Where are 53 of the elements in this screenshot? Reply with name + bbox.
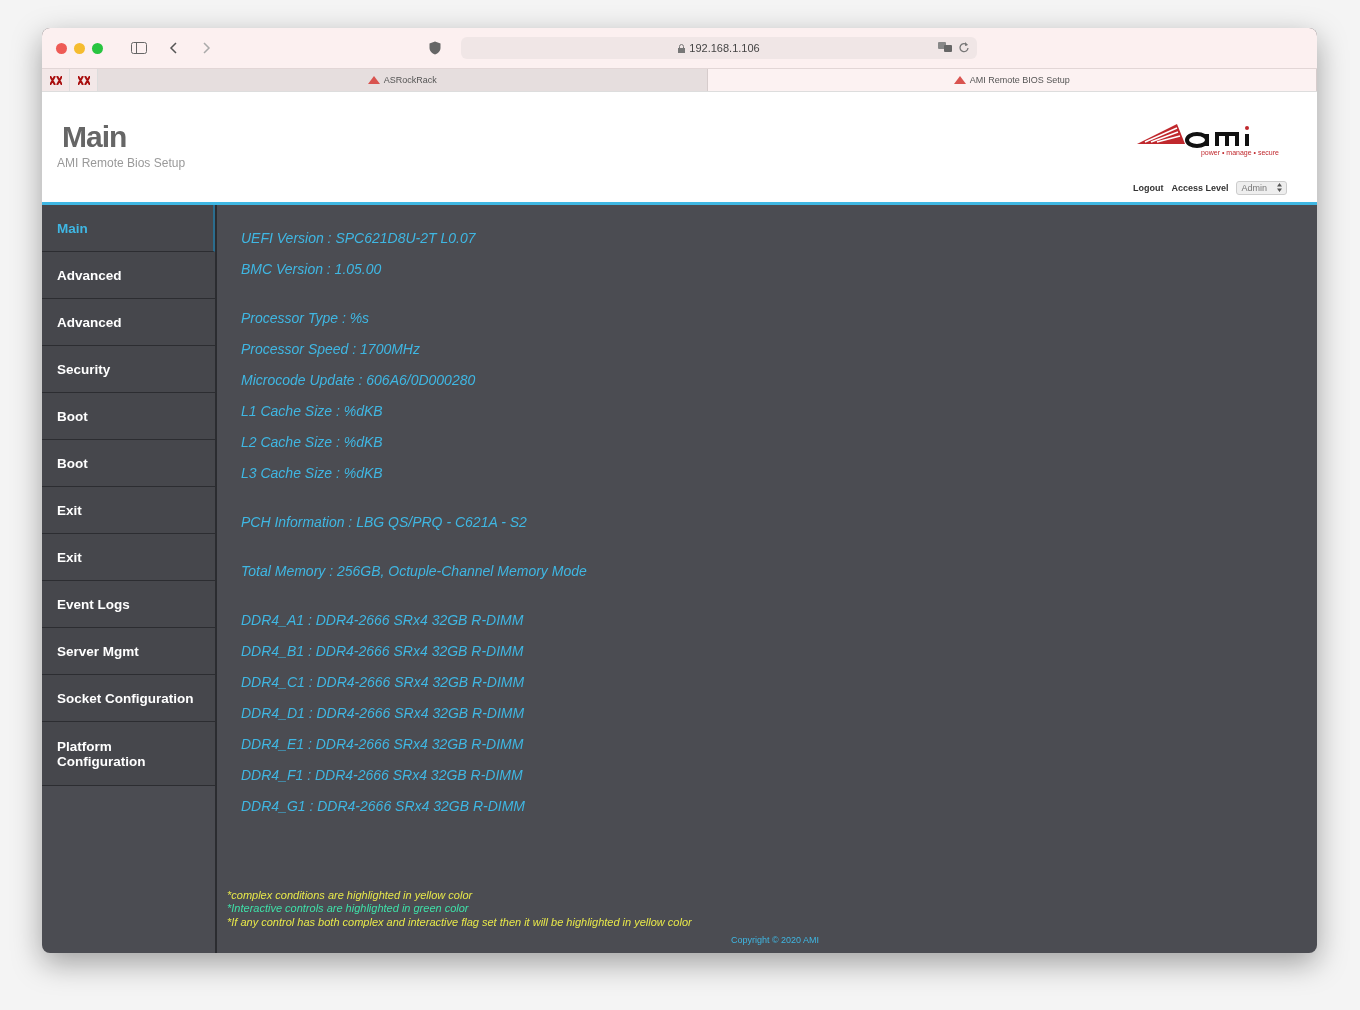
info-line: DDR4_B1 : DDR4-2666 SRx4 32GB R-DIMM [241, 642, 525, 660]
info-line: DDR4_C1 : DDR4-2666 SRx4 32GB R-DIMM [241, 673, 526, 691]
info-line: Total Memory : 256GB, Octuple-Channel Memory Mode [241, 562, 588, 580]
logout-link[interactable]: Logout [1132, 183, 1164, 193]
legend-note: *Interactive controls are highlighted in green color [227, 902, 470, 916]
sidebar-item[interactable]: Exit [42, 534, 215, 581]
reload-icon[interactable] [958, 41, 969, 53]
logo-icon [367, 76, 380, 84]
sidebar-item[interactable]: Socket Configuration [42, 675, 215, 722]
info-line: Processor Type : %s [241, 309, 371, 327]
info-line: DDR4_A1 : DDR4-2666 SRx4 32GB R-DIMM [241, 611, 525, 629]
page-subtitle: AMI Remote Bios Setup [57, 156, 186, 170]
pinned-tab-icon[interactable] [77, 75, 90, 85]
access-level-label: Access Level [1171, 183, 1229, 193]
info-line: Microcode Update : 606A6/0D000280 [241, 371, 477, 389]
info-line: DDR4_D1 : DDR4-2666 SRx4 32GB R-DIMM [241, 704, 526, 722]
sidebar-item[interactable]: Boot [42, 440, 215, 487]
sidebar-item[interactable]: Server Mgmt [42, 628, 215, 675]
info-line: L3 Cache Size : %dKB [241, 464, 384, 482]
sidebar-item[interactable]: Event Logs [42, 581, 215, 628]
select-arrows-icon [1277, 183, 1282, 192]
sidebar-item[interactable]: Platform Configuration [42, 722, 215, 786]
info-line: UEFI Version : SPC621D8U-2T L0.07 [241, 229, 477, 247]
info-line: PCH Information : LBG QS/PRQ - C621A - S2 [241, 513, 528, 531]
info-line: Processor Speed : 1700MHz [241, 340, 421, 358]
access-level-select[interactable]: Admin [1236, 181, 1287, 195]
info-line: BMC Version : 1.05.00 [241, 260, 383, 278]
sidebar-item[interactable]: Boot [42, 393, 215, 440]
sidebar-item[interactable]: Exit [42, 487, 215, 534]
page-title: Main [62, 120, 127, 154]
shield-icon[interactable] [429, 41, 441, 55]
sidebar-item[interactable]: Security [42, 346, 215, 393]
sidebar-item[interactable]: Advanced [42, 252, 215, 299]
close-button[interactable] [56, 42, 67, 54]
info-line: DDR4_F1 : DDR4-2666 SRx4 32GB R-DIMM [241, 766, 524, 784]
info-line: L1 Cache Size : %dKB [241, 402, 384, 420]
copyright-text: Copyright © 2020 AMI [730, 935, 820, 945]
translate-icon[interactable] [938, 41, 952, 53]
lock-icon [678, 43, 686, 53]
info-line: DDR4_E1 : DDR4-2666 SRx4 32GB R-DIMM [241, 735, 525, 753]
legend-note: *If any control has both complex and interactive flag set then it will be highlighted in yellow color [227, 915, 693, 929]
info-line: DDR4_G1 : DDR4-2666 SRx4 32GB R-DIMM [241, 797, 526, 815]
address-bar[interactable]: 192.168.1.106 [461, 37, 977, 59]
pinned-tab-icon[interactable] [49, 75, 62, 85]
sidebar-item[interactable]: Advanced [42, 299, 215, 346]
browser-tab[interactable]: ASRockRack [98, 69, 708, 91]
logo-icon [953, 76, 966, 84]
sidebar-icon[interactable] [131, 42, 147, 54]
legend-note: *complex conditions are highlighted in yellow color [227, 888, 474, 902]
back-icon[interactable] [169, 42, 179, 54]
info-line: L2 Cache Size : %dKB [241, 433, 384, 451]
browser-tab[interactable]: AMI Remote BIOS Setup [707, 69, 1317, 91]
sidebar-item[interactable]: Main [42, 205, 215, 252]
